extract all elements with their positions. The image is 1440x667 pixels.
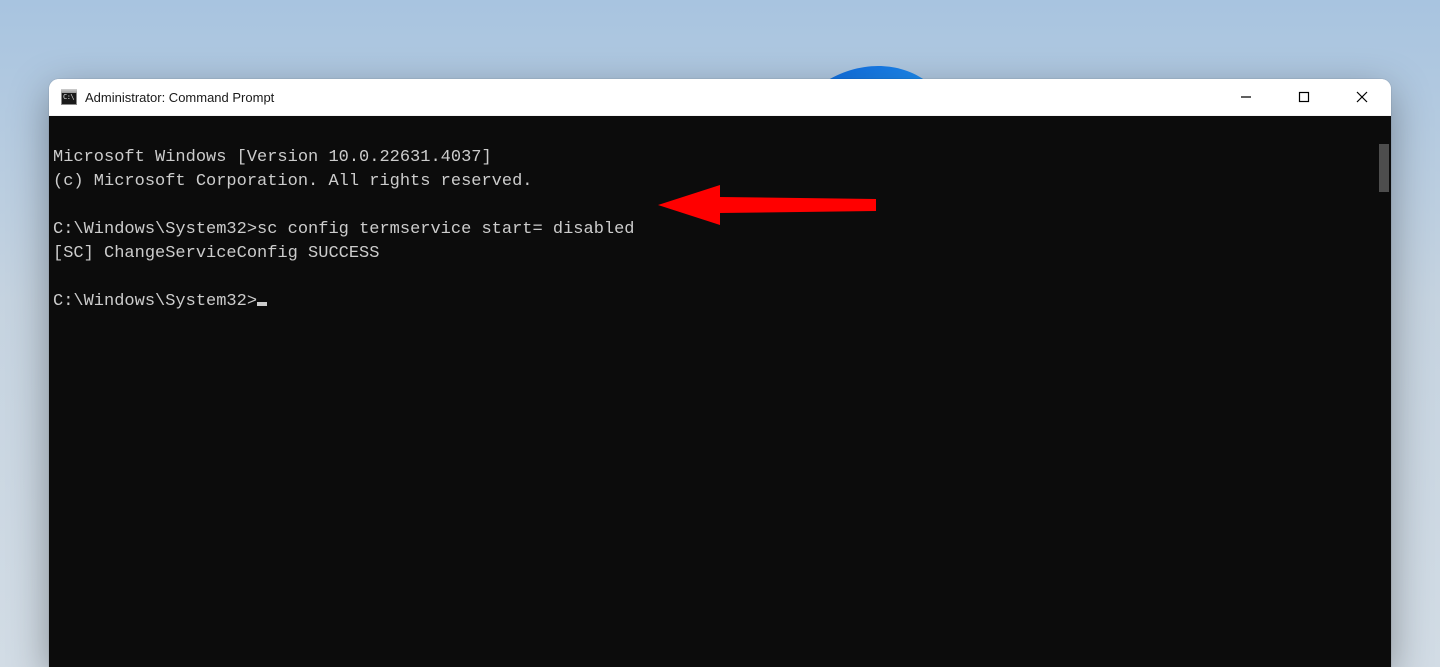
terminal-content[interactable]: Microsoft Windows [Version 10.0.22631.40… [49, 116, 1375, 667]
text-cursor [257, 302, 267, 306]
command-prompt-window: C:\ Administrator: Command Prompt Micros… [49, 79, 1391, 667]
close-button[interactable] [1333, 79, 1391, 115]
terminal-line-result: [SC] ChangeServiceConfig SUCCESS [53, 244, 379, 263]
entered-command: sc config termservice start= disabled [257, 220, 634, 239]
current-prompt-line[interactable]: C:\Windows\System32> [53, 292, 267, 311]
vertical-scrollbar[interactable] [1375, 116, 1391, 667]
scrollbar-thumb[interactable] [1379, 144, 1389, 192]
terminal-line-copyright: (c) Microsoft Corporation. All rights re… [53, 172, 532, 191]
prompt-path: C:\Windows\System32> [53, 292, 257, 311]
terminal-line-version: Microsoft Windows [Version 10.0.22631.40… [53, 148, 492, 167]
terminal-area[interactable]: Microsoft Windows [Version 10.0.22631.40… [49, 116, 1391, 667]
cmd-app-icon: C:\ [61, 89, 77, 105]
window-controls [1217, 79, 1391, 115]
window-titlebar[interactable]: C:\ Administrator: Command Prompt [49, 79, 1391, 116]
command-input-line: C:\Windows\System32>sc config termservic… [53, 220, 635, 239]
minimize-button[interactable] [1217, 79, 1275, 115]
window-title: Administrator: Command Prompt [85, 90, 274, 105]
prompt-path: C:\Windows\System32> [53, 220, 257, 239]
maximize-button[interactable] [1275, 79, 1333, 115]
